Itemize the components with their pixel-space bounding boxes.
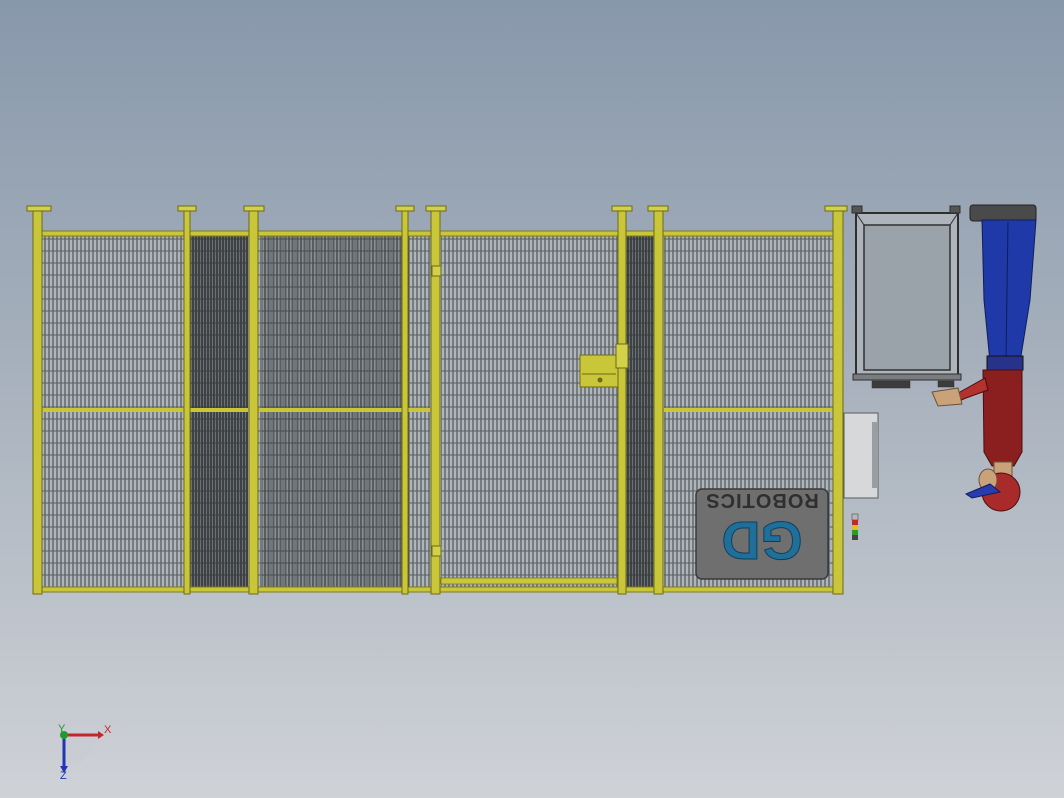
y-axis-label: Y xyxy=(58,723,66,735)
x-axis-label: X xyxy=(104,724,112,736)
shoes xyxy=(969,204,1037,222)
z-axis-label: Z xyxy=(60,770,67,782)
logo-text: ROBOTICS xyxy=(705,489,819,511)
graphics-viewport[interactable]: ROBOTICS GD X Y Z xyxy=(0,0,1064,798)
post-caps xyxy=(26,205,848,212)
triad-arc xyxy=(64,735,96,767)
coordinate-triad: X Y Z xyxy=(58,723,112,782)
shirt xyxy=(982,369,1023,467)
stack-light[interactable] xyxy=(851,513,859,540)
pants xyxy=(981,219,1037,363)
control-cabinet[interactable] xyxy=(843,412,879,499)
fence-door-panel[interactable] xyxy=(441,236,617,588)
fence-mid-rail-5 xyxy=(664,408,834,412)
logo-letters: GD xyxy=(722,510,803,570)
door-hinge-top xyxy=(431,265,442,277)
belt xyxy=(986,355,1024,371)
fence-mid-rail-1 xyxy=(42,408,248,412)
door-hinge-bottom xyxy=(431,545,442,557)
door-bottom-rail xyxy=(440,577,618,585)
logo-sign: ROBOTICS GD xyxy=(695,488,829,580)
hands xyxy=(931,387,963,407)
cart[interactable] xyxy=(851,205,962,389)
